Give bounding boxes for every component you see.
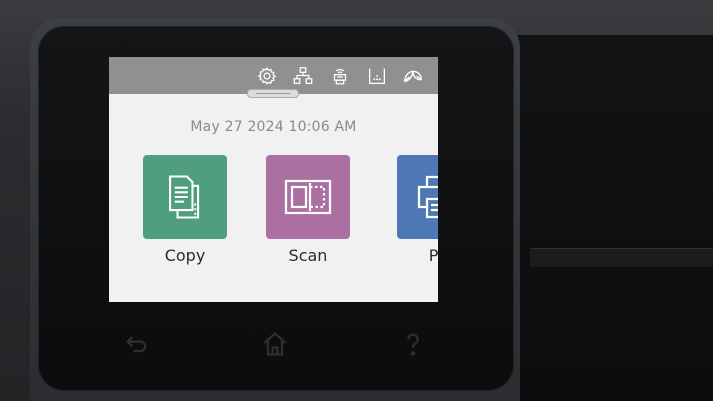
paper-slot	[530, 248, 713, 267]
settings-icon[interactable]	[256, 65, 278, 87]
print-label: Pri	[428, 246, 438, 265]
date-time-display: May 27 2024 10:06 AM	[190, 119, 357, 135]
eco-leaf-icon[interactable]	[402, 65, 424, 87]
print-app[interactable]: Pri	[397, 155, 438, 265]
copy-tile[interactable]	[143, 155, 227, 239]
network-icon[interactable]	[292, 65, 314, 87]
wireless-direct-icon[interactable]	[329, 65, 351, 87]
copy-icon	[169, 175, 200, 219]
supplies-icon[interactable]	[366, 65, 388, 87]
scan-app[interactable]: Scan	[266, 155, 350, 265]
touchscreen: May 27 2024 10:06 AM Copy Scan P	[109, 57, 438, 302]
help-button[interactable]	[397, 328, 429, 360]
scan-label: Scan	[288, 246, 328, 265]
print-tile[interactable]	[397, 155, 438, 239]
home-icon	[263, 331, 287, 356]
copy-app[interactable]: Copy	[143, 155, 227, 265]
printer-side-panel	[505, 35, 713, 401]
home-button[interactable]	[259, 328, 291, 360]
scan-tile[interactable]	[266, 155, 350, 239]
copy-label: Copy	[164, 246, 206, 265]
help-icon	[407, 333, 419, 356]
back-button[interactable]	[121, 328, 153, 360]
notification-pull-handle[interactable]	[247, 89, 299, 98]
scan-icon	[284, 179, 332, 215]
print-icon	[417, 175, 438, 219]
back-icon	[126, 336, 147, 353]
